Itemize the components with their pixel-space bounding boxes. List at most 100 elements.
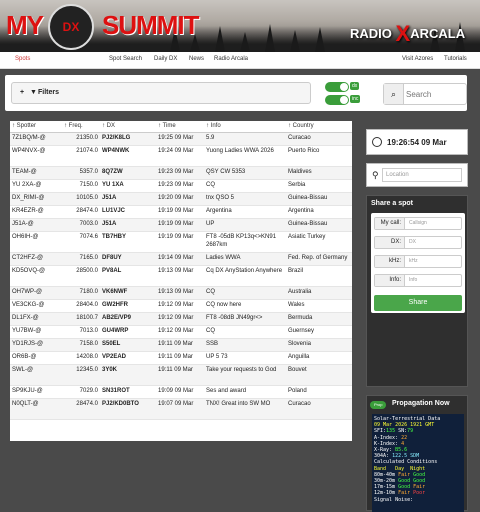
col-freq[interactable]: ↑ Freq. bbox=[62, 121, 100, 133]
cell-dx[interactable]: S50EL bbox=[100, 338, 156, 352]
table-header-row: ↑ Spotter ↑ Freq. ↑ DX ↑ Time ↑ Info ↑ C… bbox=[10, 121, 352, 133]
cell-dx[interactable]: DF8UY bbox=[100, 252, 156, 266]
cell-spotter[interactable]: 7Z1BQ/M-@ bbox=[10, 132, 62, 146]
table-row[interactable]: SWL-@ 12345.0 3Y0K 19:11 09 Mar Take your re… bbox=[10, 364, 352, 386]
table-row[interactable]: KR4EZR-@ 28474.0 LU1VJC 19:19 09 Mar Argenti… bbox=[10, 205, 352, 219]
col-info[interactable]: ↑ Info bbox=[204, 121, 286, 133]
top-nav: Spots Spot Search Daily DX News Radio Ar… bbox=[0, 52, 480, 69]
table-row[interactable]: OH6IH-@ 7074.6 TB7HBY 19:19 09 Mar FT8 -05dB… bbox=[10, 231, 352, 253]
cell-spotter[interactable]: OH6IH-@ bbox=[10, 231, 62, 253]
mycall-field[interactable]: My call: Callsign bbox=[374, 217, 462, 230]
cell-spotter[interactable]: WP4NVX-@ bbox=[10, 145, 62, 167]
site-banner: MY DX SUMMIT RADIO XARCALA bbox=[0, 0, 480, 52]
cell-dx[interactable]: PJ2/K8LG bbox=[100, 132, 156, 146]
nav-spot-search[interactable]: Spot Search bbox=[109, 56, 142, 62]
cell-info: CQ bbox=[204, 179, 286, 193]
cell-dx[interactable]: VP2EAD bbox=[100, 351, 156, 365]
cell-freq: 28404.0 bbox=[62, 299, 100, 313]
dx-toggle-label: dx bbox=[350, 82, 360, 90]
cell-spotter[interactable]: YU 2XA-@ bbox=[10, 179, 62, 193]
cell-spotter[interactable]: SP9KJU-@ bbox=[10, 385, 62, 399]
cell-country: Poland bbox=[286, 385, 352, 399]
info-field[interactable]: Info: Info bbox=[374, 274, 462, 287]
logo-my[interactable]: MY bbox=[6, 10, 44, 41]
nav-daily-dx[interactable]: Daily DX bbox=[154, 56, 177, 62]
cell-spotter[interactable]: VE3CKG-@ bbox=[10, 299, 62, 313]
cell-country: Maldives bbox=[286, 166, 352, 180]
location-input[interactable]: Location bbox=[382, 168, 462, 182]
cell-spotter[interactable]: DX_RIMI-@ bbox=[10, 192, 62, 206]
cell-dx[interactable]: YU 1XA bbox=[100, 179, 156, 193]
nav-visit-azores[interactable]: Visit Azores bbox=[402, 56, 433, 62]
table-row[interactable]: N0QLT-@ 28474.0 PJ2/KD0BTO 19:07 09 Mar TNX!… bbox=[10, 398, 352, 420]
cell-spotter[interactable]: N0QLT-@ bbox=[10, 398, 62, 420]
logo-summit[interactable]: SUMMIT bbox=[102, 10, 200, 41]
table-row[interactable]: DX_RIMI-@ 10105.0 J51A 19:20 09 Mar tnx QSO … bbox=[10, 192, 352, 206]
cell-spotter[interactable]: CT2HFZ-@ bbox=[10, 252, 62, 266]
table-row[interactable]: OH7WP-@ 7180.0 VK6NWF 19:13 09 Mar CQ Austral… bbox=[10, 286, 352, 300]
table-row[interactable]: WP4NVX-@ 21074.0 WP4NWK 19:24 09 Mar Yuong L… bbox=[10, 145, 352, 167]
cell-spotter[interactable]: YD1RJS-@ bbox=[10, 338, 62, 352]
nav-radio-arcala[interactable]: Radio Arcala bbox=[214, 56, 248, 62]
dx-field[interactable]: DX: DX bbox=[374, 236, 462, 249]
cell-dx[interactable]: SN31ROT bbox=[100, 385, 156, 399]
cell-spotter[interactable]: J51A-@ bbox=[10, 218, 62, 232]
cell-country: Wales bbox=[286, 299, 352, 313]
table-row[interactable]: OR6B-@ 14208.0 VP2EAD 19:11 09 Mar UP 5 73 An… bbox=[10, 351, 352, 365]
logo-dx-badge[interactable]: DX bbox=[48, 4, 94, 50]
cell-dx[interactable]: 3Y0K bbox=[100, 364, 156, 386]
share-title: Share a spot bbox=[371, 200, 414, 207]
cell-spotter[interactable]: KR4EZR-@ bbox=[10, 205, 62, 219]
col-spotter[interactable]: ↑ Spotter bbox=[10, 121, 62, 133]
nav-news[interactable]: News bbox=[189, 56, 204, 62]
cell-dx[interactable]: LU1VJC bbox=[100, 205, 156, 219]
dx-toggle[interactable]: dx bbox=[325, 82, 360, 92]
cell-spotter[interactable]: DL1FX-@ bbox=[10, 312, 62, 326]
search-input[interactable] bbox=[406, 87, 464, 101]
filters-button[interactable]: + ▼ Filters bbox=[11, 82, 311, 104]
search-box: ⌕ bbox=[383, 83, 467, 105]
cell-dx[interactable]: J51A bbox=[100, 218, 156, 232]
table-row[interactable]: TEAM-@ 5357.0 8Q7ZW 19:23 09 Mar QSY CW 5353… bbox=[10, 166, 352, 180]
cell-info: CQ bbox=[204, 286, 286, 300]
cell-dx[interactable]: J51A bbox=[100, 192, 156, 206]
table-row[interactable]: 7Z1BQ/M-@ 21350.0 PJ2/K8LG 19:25 09 Mar 5.9 C… bbox=[10, 132, 352, 146]
cell-dx[interactable]: GU4WRP bbox=[100, 325, 156, 339]
col-dx[interactable]: ↑ DX bbox=[100, 121, 156, 133]
cell-spotter[interactable]: KD5OVQ-@ bbox=[10, 265, 62, 287]
khz-field[interactable]: kHz: kHz bbox=[374, 255, 462, 268]
table-row[interactable]: VE3CKG-@ 28404.0 GW2HFR 19:12 09 Mar CQ now … bbox=[10, 299, 352, 313]
search-icon[interactable]: ⌕ bbox=[384, 84, 404, 104]
table-row[interactable]: YD1RJS-@ 7158.0 S50EL 19:11 09 Mar SSB Sloven… bbox=[10, 338, 352, 352]
cell-spotter[interactable]: YU7BW-@ bbox=[10, 325, 62, 339]
table-row[interactable]: SP9KJU-@ 7029.0 SN31ROT 19:09 09 Mar Ses and… bbox=[10, 385, 352, 399]
col-country[interactable]: ↑ Country bbox=[286, 121, 352, 133]
radio-arcala-logo[interactable]: RADIO XARCALA bbox=[350, 18, 465, 46]
cell-dx[interactable]: TB7HBY bbox=[100, 231, 156, 253]
col-time[interactable]: ↑ Time bbox=[156, 121, 204, 133]
table-row[interactable]: CT2HFZ-@ 7165.0 DF8UY 19:14 09 Mar Ladies WW… bbox=[10, 252, 352, 266]
table-row[interactable]: J51A-@ 7003.0 J51A 19:19 09 Mar UP Guinea-Bis… bbox=[10, 218, 352, 232]
table-row[interactable]: YU 2XA-@ 7150.0 YU 1XA 19:23 09 Mar CQ Serbia bbox=[10, 179, 352, 193]
cell-dx[interactable]: PV8AL bbox=[100, 265, 156, 287]
nav-tutorials[interactable]: Tutorials bbox=[444, 56, 467, 62]
share-spot-panel: Share a spot My call: Callsign DX: DX kHz:… bbox=[366, 195, 468, 387]
share-button[interactable]: Share bbox=[374, 295, 462, 311]
cell-dx[interactable]: PJ2/KD0BTO bbox=[100, 398, 156, 420]
table-row[interactable]: YU7BW-@ 7013.0 GU4WRP 19:12 09 Mar CQ Guernse… bbox=[10, 325, 352, 339]
cell-spotter[interactable]: OH7WP-@ bbox=[10, 286, 62, 300]
cell-dx[interactable]: WP4NWK bbox=[100, 145, 156, 167]
cell-dx[interactable]: 8Q7ZW bbox=[100, 166, 156, 180]
cell-dx[interactable]: GW2HFR bbox=[100, 299, 156, 313]
cell-spotter[interactable]: SWL-@ bbox=[10, 364, 62, 386]
prop-toggle[interactable]: Prop bbox=[370, 401, 386, 409]
cell-dx[interactable]: AB2E/VP9 bbox=[100, 312, 156, 326]
cell-dx[interactable]: VK6NWF bbox=[100, 286, 156, 300]
cell-spotter[interactable]: TEAM-@ bbox=[10, 166, 62, 180]
nav-spots[interactable]: Spots bbox=[15, 56, 30, 62]
inc-toggle[interactable]: inc bbox=[325, 95, 361, 105]
cell-freq: 7180.0 bbox=[62, 286, 100, 300]
cell-spotter[interactable]: OR6B-@ bbox=[10, 351, 62, 365]
table-row[interactable]: DL1FX-@ 18100.7 AB2E/VP9 19:12 09 Mar FT8 -0… bbox=[10, 312, 352, 326]
table-row[interactable]: KD5OVQ-@ 28500.0 PV8AL 19:13 09 Mar Cq DX An… bbox=[10, 265, 352, 287]
